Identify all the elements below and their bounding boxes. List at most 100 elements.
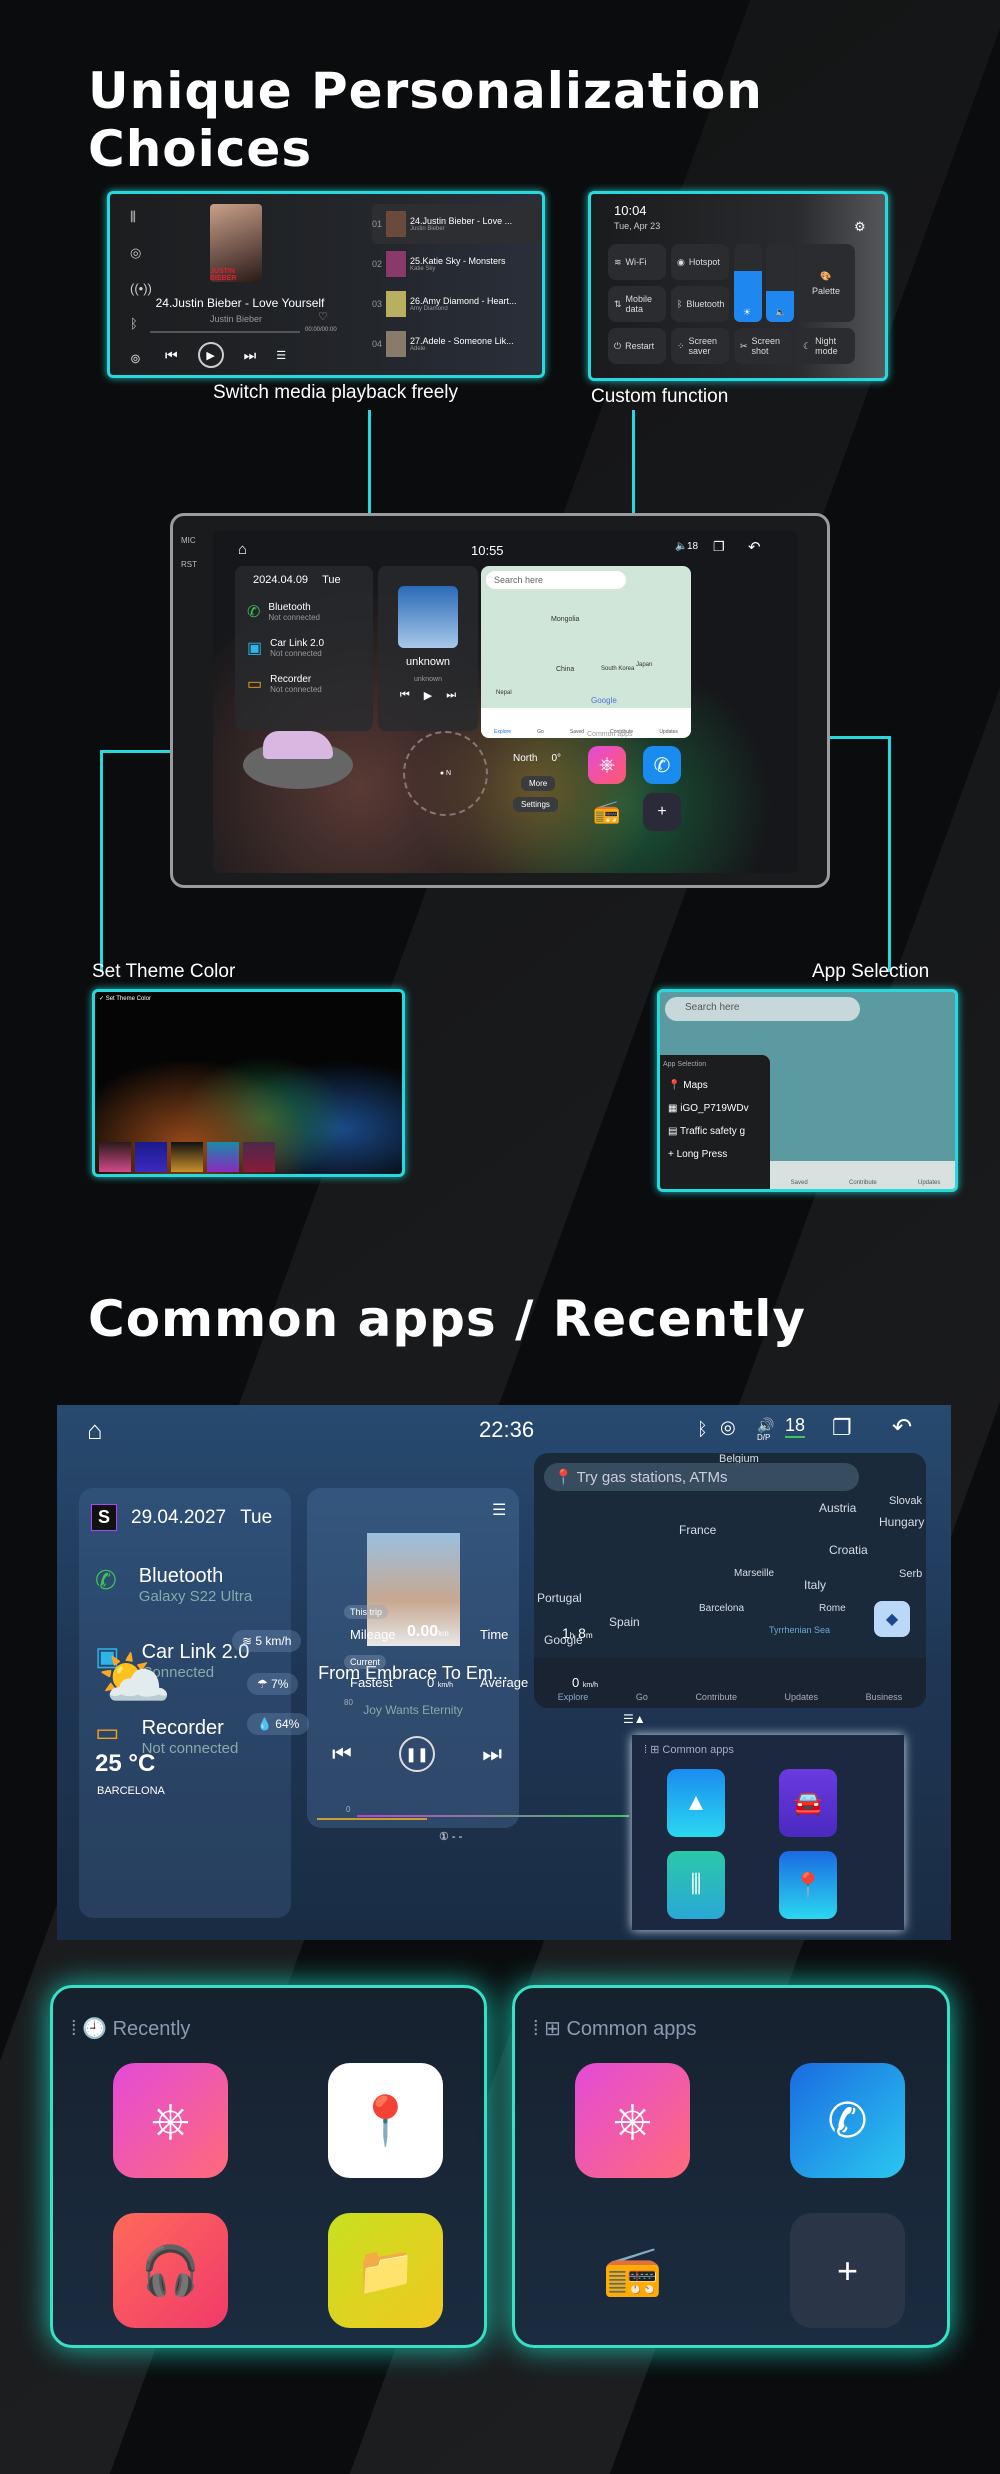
page-indicator[interactable]: ① ‑ ‑ [439,1830,462,1843]
map-tab[interactable]: Explore [558,1692,589,1702]
tile-palette[interactable]: 🎨 Palette [797,244,855,322]
more-button[interactable]: More [521,776,556,791]
previous-icon[interactable]: ⏮ [400,689,410,702]
radio-app-icon[interactable]: 📻 [575,2213,690,2328]
media-sidebar: ⫼ ◎ ((•)) ᛒ ⊚ [130,209,152,367]
map-tab[interactable]: Updates [785,1692,819,1702]
steering-app-icon[interactable]: ⎈ [588,746,626,784]
map-tab[interactable]: Updates [918,1180,940,1186]
radio-icon[interactable]: ((•)) [130,281,152,296]
radar-icon[interactable]: ◎ [130,245,152,261]
map-search[interactable]: Search here [486,571,626,589]
carlink-app-icon[interactable]: ▲ [667,1769,725,1837]
equalizer-icon[interactable]: ⫼ [130,209,152,225]
car-app-icon[interactable]: 🚘 [779,1769,837,1837]
music-widget[interactable]: unknown unknown ⏮ ▶ ⏭ [378,566,478,731]
playlist-item[interactable]: 02 25.Katie Sky - Monsters Katie Sky [372,244,542,284]
theme-swatch[interactable] [207,1142,239,1172]
app-option[interactable]: ▦ iGO_P719WDv [660,1097,770,1120]
map-tab[interactable]: Contribute [849,1180,877,1186]
rst-button[interactable]: RST [181,560,197,569]
home-icon[interactable]: ⌂ [238,541,247,558]
carlink-item[interactable]: ▣ Car Link 2.0 Not connected [235,630,373,666]
navigation-app-icon[interactable]: 📍 [779,1851,837,1919]
tile-mobile-data[interactable]: ⇅ Mobile data [608,286,666,322]
app-option[interactable]: + Long Press [660,1143,770,1166]
map-tab[interactable]: Updates [659,729,678,735]
radio-app-icon[interactable]: 📻 [588,793,626,831]
phone-app-icon[interactable]: ✆ [790,2063,905,2178]
map-tab[interactable]: Go [636,1692,648,1702]
home-icon[interactable]: ⌂ [87,1415,103,1446]
heart-icon[interactable]: ♡ [318,310,328,323]
tile-wifi[interactable]: ≋ Wi-Fi [608,244,666,280]
custom-function-card[interactable]: 10:04 Tue, Apr 23 ⚙ ≋ Wi-Fi ◉ Hotspot ⇅ Mob… [588,191,888,381]
music-progress[interactable] [317,1818,427,1820]
back-icon[interactable]: ↶ [892,1413,912,1442]
play-button[interactable]: ▶ [424,689,432,702]
tile-hotspot[interactable]: ◉ Hotspot [671,244,729,280]
podcast-icon[interactable]: ⊚ [130,351,152,367]
next-icon[interactable]: ⏭ [446,689,456,702]
map-tab[interactable]: Saved [791,1180,808,1186]
next-icon[interactable]: ⏭ [244,347,257,364]
add-app-button[interactable]: + [643,793,681,831]
recorder-item[interactable]: ▭ Recorder Not connected [235,666,373,702]
brightness-slider[interactable]: ☀ [734,244,762,322]
files-app-icon[interactable]: 📁 [328,2213,443,2328]
recent-apps-icon[interactable]: ❐ [713,539,725,555]
steering-app-icon[interactable]: ⎈ [113,2063,228,2178]
map-widget[interactable]: Search here Mongolia China South Korea J… [481,566,691,738]
add-app-button[interactable]: + [790,2213,905,2328]
theme-swatch[interactable] [171,1142,203,1172]
music-widget[interactable]: ☰ From Embrace To Em... Joy Wants Eterni… [307,1488,519,1918]
volume-slider[interactable]: 🔈 [766,244,794,322]
media-card[interactable]: ⫼ ◎ ((•)) ᛒ ⊚ JUSTIN BIEBER 24.Justin Bieber… [107,191,545,378]
theme-swatch[interactable] [243,1142,275,1172]
tile-screenshot[interactable]: ✂ Screen shot [734,328,792,364]
map-tab[interactable]: Business [866,1692,903,1702]
app-option[interactable]: 📍 Maps [660,1074,770,1097]
equalizer-app-icon[interactable]: ⫼ [667,1851,725,1919]
progress-bar[interactable] [150,331,300,333]
steering-app-icon[interactable]: ⎈ [575,2063,690,2178]
google-maps-app-icon[interactable]: 📍 [328,2063,443,2178]
settings-button[interactable]: Settings [513,797,558,812]
theme-swatch[interactable] [99,1142,131,1172]
bluetooth-icon[interactable]: ᛒ [130,316,152,331]
app-selection-card[interactable]: Search here App Selection 📍 Maps ▦ iGO_P… [657,989,958,1192]
play-button[interactable]: ▶ [197,342,224,368]
bluetooth-item[interactable]: ✆ Bluetooth Not connected [235,594,373,630]
bluetooth-item[interactable]: ✆ Bluetooth Galaxy S22 Ultra [79,1547,291,1623]
directions-button[interactable]: ◆ [874,1601,910,1637]
map-tab[interactable]: Contribute [695,1692,737,1702]
playlist-item[interactable]: 01 24.Justin Bieber - Love ... Justin Bieb… [372,204,542,244]
playlist-icon[interactable]: ☰ [492,1500,506,1520]
playlist-icon[interactable]: ☰ [276,349,286,362]
previous-icon[interactable]: ⏮ [332,1741,352,1767]
tile-restart[interactable]: ⏻ Restart [608,328,666,364]
recent-apps-icon[interactable]: ❐ [832,1415,852,1441]
tile-bluetooth[interactable]: ᛒ Bluetooth [671,286,729,322]
map-tab[interactable]: Saved [570,729,584,735]
theme-swatch[interactable] [135,1142,167,1172]
map-expand-icon[interactable]: ☰▲ [623,1712,646,1726]
map-tab[interactable]: Go [537,729,544,735]
phone-app-icon[interactable]: ✆ [643,746,681,784]
tile-screen-saver[interactable]: ⁘ Screen saver [671,328,729,364]
settings-gear-icon[interactable]: ⚙ [854,219,866,235]
app-option[interactable]: ▤ Traffic safety g [660,1120,770,1143]
map-search[interactable]: 📍 Try gas stations, ATMs [544,1463,859,1491]
music-app-icon[interactable]: 🎧 [113,2213,228,2328]
theme-color-card[interactable]: ✓ Set Theme Color [92,989,405,1177]
back-icon[interactable]: ↶ [748,538,761,556]
tile-night-mode[interactable]: ☾ Night mode [797,328,855,364]
playlist-item[interactable]: 03 26.Amy Diamond - Heart... Amy Diamond [372,284,542,324]
map-search[interactable]: Search here [665,997,860,1021]
pause-button[interactable]: ❚❚ [399,1736,435,1772]
map-tab[interactable]: Explore [494,729,511,735]
playlist-item[interactable]: 04 27.Adele - Someone Lik... Adele [372,324,542,364]
next-icon[interactable]: ⏭ [482,1741,502,1767]
map-widget[interactable]: 📍 Try gas stations, ATMs Belgium France … [534,1453,926,1708]
previous-icon[interactable]: ⏮ [165,347,178,364]
